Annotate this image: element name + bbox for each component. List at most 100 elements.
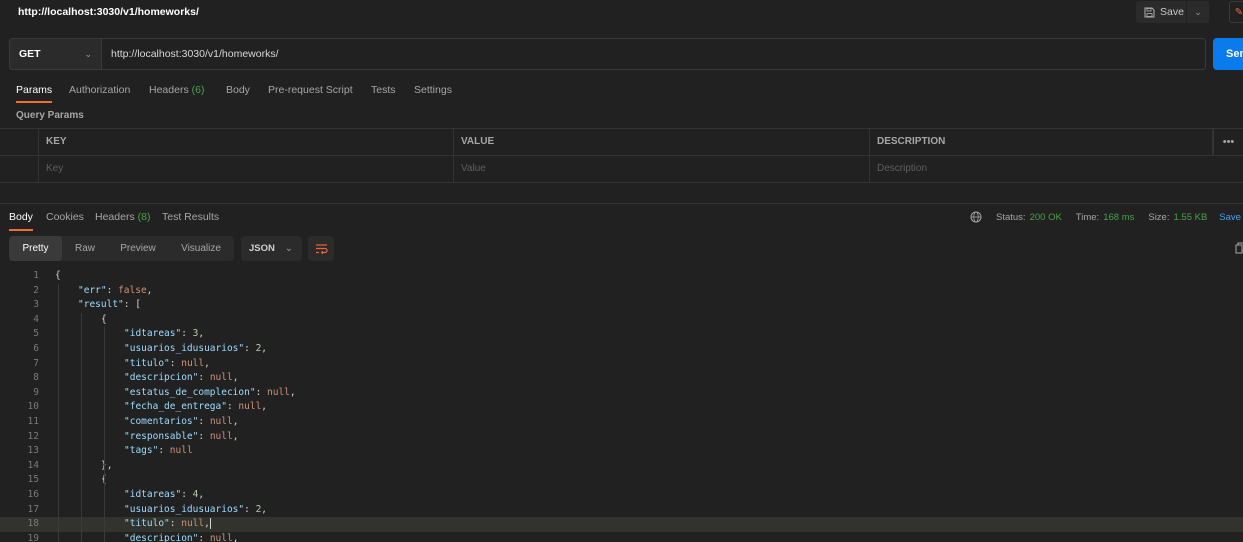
status-value[interactable]: 200 OK [1030, 212, 1062, 223]
line-number: 12 [27, 430, 39, 442]
query-params-table: KEY VALUE DESCRIPTION ••• Key Value Desc… [0, 128, 1243, 183]
tab-count-badge: (6) [191, 84, 205, 96]
indent-guide [58, 283, 59, 542]
code-line: 6 "usuarios_idusuarios": 2, [0, 342, 1243, 357]
tab-label: Body [9, 211, 33, 223]
more-options-button[interactable]: ••• [1213, 129, 1243, 155]
tab-label: Tests [371, 84, 396, 96]
code-line: 4{ [0, 313, 1243, 328]
description-input[interactable]: Description [870, 156, 1243, 182]
view-pretty[interactable]: Pretty [9, 236, 62, 261]
tab-authorization[interactable]: Authorization [69, 79, 130, 103]
tab-count-badge: (8) [137, 211, 151, 223]
code-text: "titulo": null, [124, 518, 211, 530]
code-line: 17 "usuarios_idusuarios": 2, [0, 503, 1243, 518]
request-header: http://localhost:3030/v1/homeworks/ Save… [0, 0, 1243, 26]
column-header-value: VALUE [454, 129, 870, 155]
code-line: 16 "idtareas": 4, [0, 488, 1243, 503]
checkbox-column-header [0, 129, 39, 155]
code-line: 12 "responsable": null, [0, 430, 1243, 445]
line-number: 1 [33, 270, 39, 281]
size-value[interactable]: 1.55 KB [1173, 212, 1207, 223]
save-label: Save [1160, 6, 1184, 18]
code-line: 18 "titulo": null, [0, 517, 1243, 532]
line-number: 5 [33, 328, 39, 340]
time-value[interactable]: 168 ms [1103, 212, 1134, 223]
code-line: 11 "comentarios": null, [0, 415, 1243, 430]
format-select[interactable]: JSON ⌄ [241, 236, 302, 261]
line-number: 11 [27, 416, 39, 427]
tab-response-headers[interactable]: Headers (8) [95, 207, 150, 231]
code-line: 5 "idtareas": 3, [0, 327, 1243, 342]
code-text: "usuarios_idusuarios": 2, [124, 503, 268, 515]
view-visualize[interactable]: Visualize [168, 236, 234, 261]
row-checkbox-cell [0, 156, 39, 182]
save-button[interactable]: Save [1136, 1, 1186, 23]
tab-response-body[interactable]: Body [9, 207, 33, 231]
line-number: 9 [33, 386, 39, 398]
tab-label: Headers [149, 84, 189, 96]
tab-tests[interactable]: Tests [371, 79, 396, 103]
tab-label: Authorization [69, 84, 131, 96]
response-body-editor[interactable]: 1{2 "err": false, 3 "result": [4{5 "idtareas… [0, 269, 1243, 542]
indent-guide [81, 312, 82, 542]
view-preview[interactable]: Preview [108, 236, 168, 261]
text-cursor [209, 518, 211, 530]
code-text: "fecha_de_entrega": null, [124, 401, 268, 413]
key-input[interactable]: Key [39, 156, 454, 182]
wrap-lines-icon [315, 244, 328, 254]
line-number: 2 [33, 284, 39, 296]
copy-icon[interactable] [1235, 242, 1243, 254]
tab-headers[interactable]: Headers (6) [149, 79, 204, 103]
tab-label: Body [226, 84, 250, 96]
code-text: "tags": null [124, 445, 193, 457]
value-input[interactable]: Value [454, 156, 870, 182]
pencil-icon: ✎ [1234, 6, 1243, 18]
code-text: "err": false, [78, 284, 153, 296]
url-input[interactable] [102, 38, 1206, 70]
wrap-lines-button[interactable] [308, 236, 334, 261]
table-header-row: KEY VALUE DESCRIPTION ••• [0, 129, 1243, 156]
method-value: GET [19, 48, 41, 60]
tab-label: Pre-request Script [268, 84, 353, 96]
tab-params[interactable]: Params [16, 79, 53, 103]
code-line: 14}, [0, 459, 1243, 474]
tab-test-results[interactable]: Test Results [162, 207, 219, 231]
tab-pre-request-script[interactable]: Pre-request Script [268, 79, 353, 103]
tab-settings[interactable]: Settings [414, 79, 452, 103]
line-number: 3 [33, 299, 39, 311]
response-tabs: Body Cookies Headers (8) Test Results [0, 207, 600, 231]
line-number: 8 [33, 372, 39, 384]
code-text: "descripcion": null, [124, 532, 239, 542]
line-number: 14 [27, 459, 39, 471]
method-select[interactable]: GET ⌄ [9, 38, 102, 70]
send-button[interactable]: Send [1213, 38, 1243, 70]
save-options-button[interactable]: ⌄ [1187, 1, 1209, 23]
chevron-down-icon: ⌄ [1194, 6, 1202, 17]
response-status: Status: 200 OK Time: 168 ms Size: 1.55 K… [970, 210, 1243, 224]
tab-label: Test Results [162, 211, 220, 223]
tab-label: Cookies [46, 211, 84, 223]
view-raw[interactable]: Raw [62, 236, 108, 261]
edit-button[interactable]: ✎ [1229, 1, 1243, 23]
pane-divider[interactable] [0, 203, 1243, 204]
code-text: "result": [ [78, 299, 141, 311]
line-number: 16 [27, 489, 39, 500]
more-icon: ••• [1222, 136, 1235, 148]
line-number: 19 [27, 532, 39, 542]
status-label: Status: [996, 211, 1026, 223]
request-title[interactable]: http://localhost:3030/v1/homeworks/ [18, 6, 199, 18]
code-line: 1{ [0, 269, 1243, 284]
line-number: 18 [27, 518, 39, 530]
code-line: 2 "err": false, [0, 284, 1243, 299]
size-label: Size: [1148, 211, 1170, 223]
code-line: 15{ [0, 473, 1243, 488]
column-header-key: KEY [39, 129, 454, 155]
globe-icon[interactable] [970, 211, 982, 223]
code-text: "idtareas": 4, [124, 489, 205, 500]
save-response-button[interactable]: Save Response [1219, 212, 1243, 223]
tab-cookies[interactable]: Cookies [46, 207, 84, 231]
chevron-down-icon: ⌄ [284, 243, 293, 254]
tab-body[interactable]: Body [226, 79, 250, 103]
code-line: 13 "tags": null [0, 444, 1243, 459]
